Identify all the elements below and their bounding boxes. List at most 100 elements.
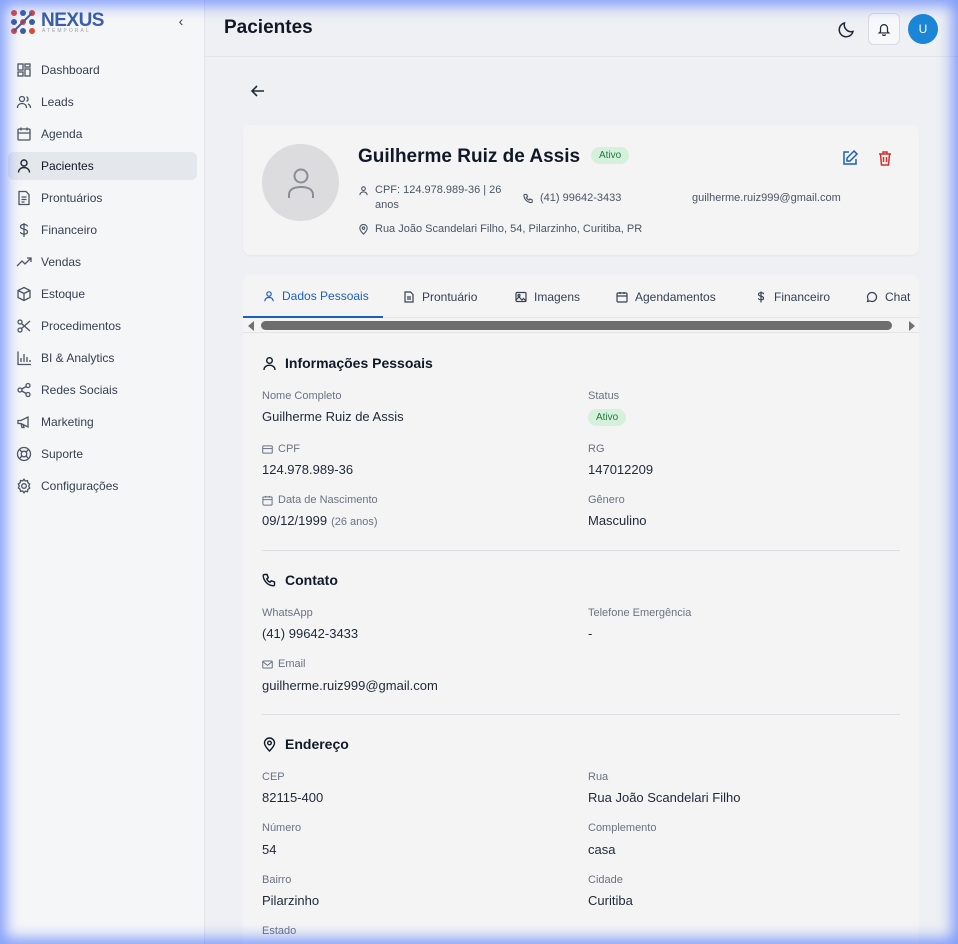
collapse-sidebar-button[interactable]: ‹ (174, 12, 188, 30)
status-badge: Ativo (588, 409, 627, 426)
field-value-whatsapp: (41) 99642-3433 (262, 626, 359, 641)
patient-email: guilherme.ruiz999@gmail.com (692, 191, 892, 207)
calendar-icon (262, 495, 273, 506)
tab-imagens[interactable]: Imagens (515, 275, 580, 318)
notifications-button[interactable] (868, 13, 900, 45)
field-value-bairro: Pilarzinho (262, 893, 320, 908)
field-value-nascimento: 09/12/1999 (26 anos) (262, 513, 378, 528)
scissors-icon (17, 319, 31, 333)
sidebar: NEXUS ATEMPORAL ‹ Dashboard Leads Agenda… (0, 0, 205, 944)
section-title: Informações Pessoais (285, 355, 433, 371)
user-icon (287, 168, 314, 198)
sidebar-item-leads[interactable]: Leads (8, 88, 197, 116)
field-value-cpf: 124.978.989-36 (262, 462, 354, 477)
field-label: WhatsApp (262, 607, 313, 619)
trash-icon[interactable] (876, 149, 894, 167)
map-pin-icon (263, 736, 276, 752)
grid-icon (17, 63, 31, 77)
tabs-scrollbar[interactable] (243, 320, 919, 332)
field-value-rua: Rua João Scandelari Filho (588, 790, 741, 805)
tab-label: Imagens (534, 289, 581, 304)
section-title: Contato (285, 572, 338, 588)
sidebar-item-label: Redes Sociais (41, 383, 118, 397)
patient-address: Rua João Scandelari Filho, 54, Pilarzinh… (358, 222, 758, 238)
sidebar-item-label: Configurações (41, 479, 119, 493)
tab-chat[interactable]: Chat (866, 275, 910, 318)
user-avatar[interactable]: U (908, 14, 938, 44)
sidebar-item-label: BI & Analytics (41, 351, 115, 365)
divider (262, 714, 900, 715)
sidebar-item-label: Marketing (41, 415, 94, 429)
field-value-genero: Masculino (588, 513, 647, 528)
sidebar-item-label: Suporte (41, 447, 84, 461)
bell-icon (877, 24, 891, 36)
chat-icon (866, 291, 878, 302)
user-icon (17, 159, 31, 173)
sidebar-item-prontuarios[interactable]: Prontuários (8, 184, 197, 212)
section-address-heading: Endereço (262, 736, 349, 752)
back-arrow-icon[interactable] (249, 82, 267, 100)
phone-icon (523, 193, 533, 204)
scroll-right-arrow-icon[interactable] (909, 321, 915, 331)
field-label: Cidade (588, 874, 623, 886)
patient-avatar (262, 144, 339, 221)
lifebuoy-icon (16, 446, 32, 462)
sidebar-item-agenda[interactable]: Agenda (8, 120, 197, 148)
tab-label: Financeiro (774, 289, 831, 304)
sidebar-item-estoque[interactable]: Estoque (8, 280, 197, 308)
share-icon (17, 382, 31, 398)
field-label: CEP (262, 771, 285, 783)
sidebar-item-redes-sociais[interactable]: Redes Sociais (8, 376, 197, 404)
sidebar-item-label: Vendas (41, 255, 82, 269)
edit-icon[interactable] (841, 149, 859, 167)
scroll-left-arrow-icon[interactable] (248, 321, 254, 331)
divider (262, 550, 900, 551)
tab-financeiro[interactable]: Financeiro (755, 275, 830, 318)
tab-agendamentos[interactable]: Agendamentos (616, 275, 716, 318)
field-label-nascimento: Data de Nascimento (262, 494, 378, 506)
moon-icon[interactable] (837, 19, 857, 39)
sidebar-item-procedimentos[interactable]: Procedimentos (8, 312, 197, 340)
user-icon (263, 356, 276, 370)
sidebar-item-configuracoes[interactable]: Configurações (8, 472, 197, 500)
sidebar-item-vendas[interactable]: Vendas (8, 248, 197, 276)
map-pin-icon (359, 224, 368, 235)
sidebar-item-financeiro[interactable]: Financeiro (8, 216, 197, 244)
patient-phone: (41) 99642-3433 (523, 191, 673, 207)
scrollbar-thumb[interactable] (261, 321, 892, 330)
field-label-text: CPF (278, 443, 300, 455)
phone-icon (262, 573, 276, 587)
tab-prontuario[interactable]: Prontuário (403, 275, 477, 318)
field-label-text: Data de Nascimento (278, 494, 378, 506)
field-label: RG (588, 443, 605, 455)
patient-phone-text: (41) 99642-3433 (540, 192, 622, 204)
sidebar-item-bi-analytics[interactable]: BI & Analytics (8, 344, 197, 372)
section-personal-info-heading: Informações Pessoais (262, 355, 433, 371)
sidebar-item-marketing[interactable]: Marketing (8, 408, 197, 436)
field-label: Estado (262, 925, 297, 937)
section-title: Endereço (285, 736, 349, 752)
calendar-icon (17, 127, 31, 141)
field-label: Rua (588, 771, 609, 783)
field-label: Nome Completo (262, 390, 342, 402)
document-icon (404, 290, 414, 303)
sidebar-item-label: Agenda (41, 127, 83, 141)
gear-icon (17, 478, 31, 494)
logo[interactable]: NEXUS ATEMPORAL (10, 9, 130, 35)
field-value-rg: 147012209 (588, 462, 654, 477)
sidebar-item-pacientes[interactable]: Pacientes (8, 152, 197, 180)
trending-up-icon (16, 257, 32, 267)
patient-details-panel: Dados Pessoais Prontuário Imagens Agenda… (243, 275, 919, 944)
field-label-text: Email (278, 658, 306, 670)
sidebar-item-dashboard[interactable]: Dashboard (8, 56, 197, 84)
field-value-emergencia: - (588, 626, 593, 641)
dollar-icon (19, 223, 29, 237)
section-contact-heading: Contato (262, 572, 338, 588)
patient-name: Guilherme Ruiz de Assis (358, 146, 581, 167)
logo-icon (11, 10, 35, 34)
sidebar-item-suporte[interactable]: Suporte (8, 440, 197, 468)
patient-cpf-age: CPF: 124.978.989-36 | 26 anos (358, 183, 508, 215)
divider (243, 332, 919, 333)
dollar-icon (757, 291, 765, 302)
tab-dados-pessoais[interactable]: Dados Pessoais (243, 275, 383, 318)
